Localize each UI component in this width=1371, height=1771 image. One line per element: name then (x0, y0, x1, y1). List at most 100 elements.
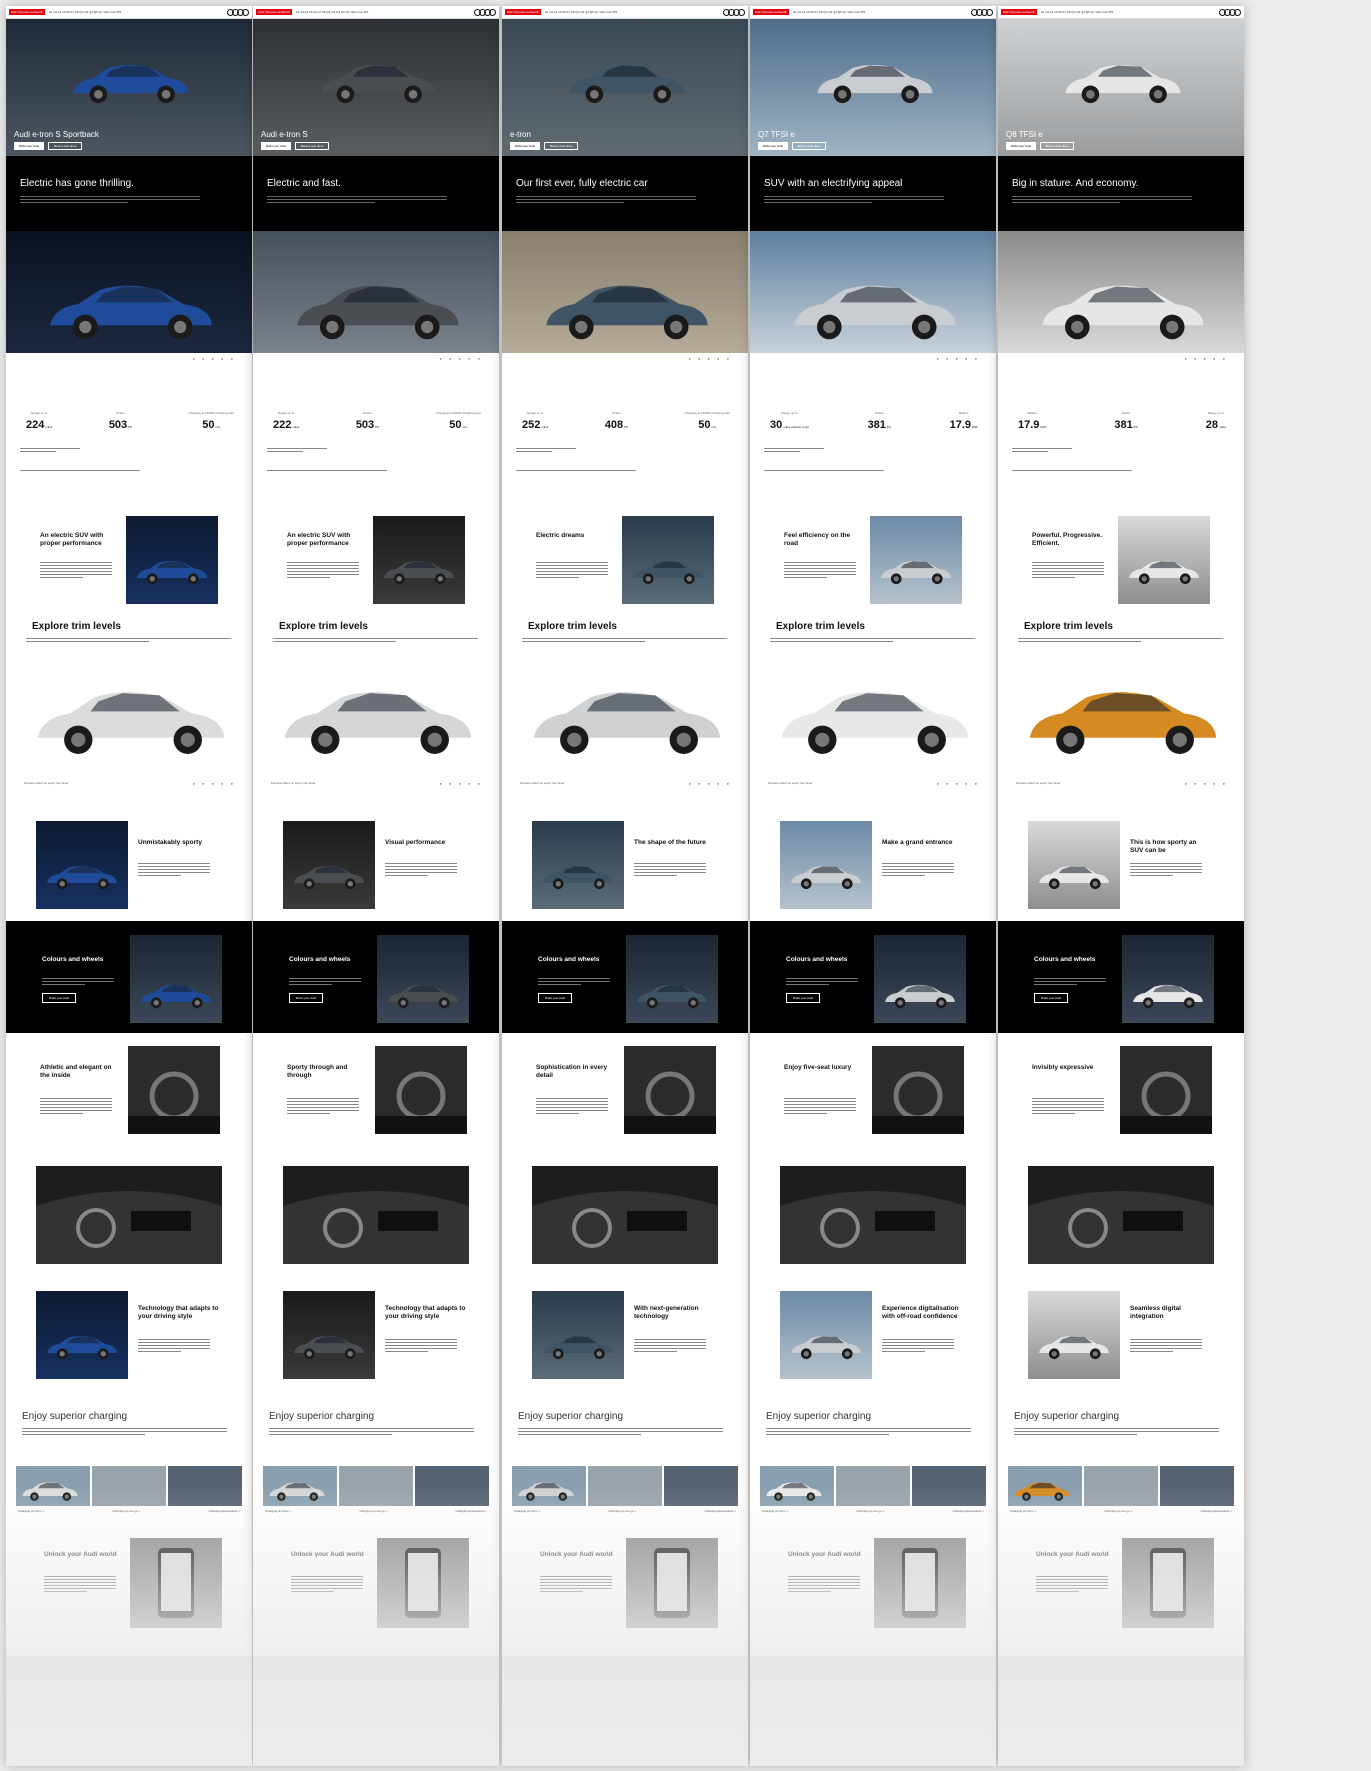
copy-line (536, 1113, 579, 1114)
trim-footnote[interactable]: Finance offers on every trim level (271, 781, 315, 785)
copy-line (1018, 638, 1223, 639)
trim-car[interactable] (764, 671, 986, 771)
feature-block: This is how sporty an SUV can be (998, 821, 1244, 911)
trim-title: Explore trim levels (32, 621, 121, 632)
copy-line (1032, 571, 1104, 572)
spec-unit: PS (375, 425, 380, 429)
spec-unit: min (215, 425, 221, 429)
carousel-dots[interactable]: ● ● ● ● ● (1184, 356, 1228, 361)
build-button[interactable]: Build your Audi (510, 142, 541, 150)
car-illustration (73, 64, 189, 104)
feature-copy (385, 1337, 457, 1354)
colours-button[interactable]: Build your Audi (289, 993, 324, 1003)
copy-line (882, 1339, 954, 1340)
spec-label: Battery (1027, 411, 1037, 415)
nav-badge[interactable]: Audi Chooses Authentic (505, 9, 541, 15)
copy-line (1012, 202, 1120, 203)
test-drive-button[interactable]: Book a test drive (544, 142, 579, 150)
audi-rings-icon[interactable] (474, 8, 496, 16)
test-drive-button[interactable]: Book a test drive (48, 142, 83, 150)
trim-car[interactable] (1012, 671, 1234, 771)
trim-car[interactable] (20, 671, 242, 771)
colours-image (1122, 935, 1214, 1023)
copy-line (766, 1428, 971, 1429)
nav-links[interactable]: A1 A3 A4 A5 A6 A7 A8 Q2 Q3 Q4 Q5 Q7 Q8 e… (545, 10, 721, 14)
colours-button[interactable]: Build your Audi (42, 993, 77, 1003)
build-button[interactable]: Build your Audi (14, 142, 45, 150)
copy-line (522, 638, 727, 639)
car-illustration (817, 64, 933, 104)
test-drive-button[interactable]: Book a test drive (792, 142, 827, 150)
photo-scene (626, 935, 718, 1023)
copy-line (1032, 565, 1104, 566)
trim-carousel-dots[interactable]: ● ● ● ● ● (936, 781, 980, 786)
intro-band: Big in stature. And economy. (998, 156, 1244, 231)
photo-scene (283, 821, 375, 909)
audi-rings-icon[interactable] (971, 8, 993, 16)
audi-rings-icon[interactable] (227, 8, 249, 16)
copy-line (784, 1107, 856, 1108)
audi-rings-icon[interactable] (1219, 8, 1241, 16)
car-illustration (1029, 692, 1217, 754)
test-drive-button[interactable]: Book a test drive (295, 142, 330, 150)
colours-button[interactable]: Build your Audi (1034, 993, 1069, 1003)
spec-row: Battery 17.9kWh Power 381PS Range up to … (1018, 411, 1226, 431)
trim-carousel-dots[interactable]: ● ● ● ● ● (439, 781, 483, 786)
audi-rings-icon[interactable] (723, 8, 745, 16)
charging-title: Enjoy superior charging (766, 1411, 872, 1422)
nav-badge[interactable]: Audi Chooses Authentic (1001, 9, 1037, 15)
build-button[interactable]: Build your Audi (1006, 142, 1037, 150)
carousel-dots[interactable]: ● ● ● ● ● (688, 356, 732, 361)
feature-title: An electric SUV with proper performance (40, 532, 104, 547)
trim-carousel-dots[interactable]: ● ● ● ● ● (1184, 781, 1228, 786)
spec-label: Power (612, 411, 621, 415)
carousel-dots[interactable]: ● ● ● ● ● (192, 356, 236, 361)
test-drive-button[interactable]: Book a test drive (1040, 142, 1075, 150)
build-button[interactable]: Build your Audi (758, 142, 789, 150)
trim-footnote[interactable]: Finance offers on every trim level (24, 781, 68, 785)
trim-carousel-dots[interactable]: ● ● ● ● ● (688, 781, 732, 786)
copy-line (522, 641, 645, 642)
build-button[interactable]: Build your Audi (261, 142, 292, 150)
copy-line (1032, 577, 1075, 578)
trim-car[interactable] (267, 671, 489, 771)
photo-scene (780, 1291, 872, 1379)
nav-links[interactable]: A1 A3 A4 A5 A6 A7 A8 Q2 Q3 Q4 Q5 Q7 Q8 e… (793, 10, 969, 14)
copy-line (766, 1434, 889, 1435)
copy-line (287, 565, 359, 566)
trim-carousel-dots[interactable]: ● ● ● ● ● (192, 781, 236, 786)
copy-line (784, 562, 856, 563)
feature-block: Athletic and elegant on the inside (6, 1046, 252, 1136)
copy-line (385, 1351, 428, 1352)
nav-badge[interactable]: Audi Chooses Authentic (256, 9, 292, 15)
trim-footnote[interactable]: Finance offers on every trim level (1016, 781, 1060, 785)
copy-line (40, 565, 112, 566)
copy-line (40, 1104, 112, 1105)
copy-line (784, 1110, 856, 1111)
feature-block: The shape of the future (502, 821, 748, 911)
copy-line (40, 568, 112, 569)
nav-links[interactable]: A1 A3 A4 A5 A6 A7 A8 Q2 Q3 Q4 Q5 Q7 Q8 e… (1041, 10, 1217, 14)
copy-line (518, 1428, 723, 1429)
trim-footnote[interactable]: Finance offers on every trim level (768, 781, 812, 785)
copy-line (536, 571, 608, 572)
feature-copy (784, 560, 856, 580)
carousel-dots[interactable]: ● ● ● ● ● (439, 356, 483, 361)
nav-links[interactable]: A1 A3 A4 A5 A6 A7 A8 Q2 Q3 Q4 Q5 Q7 Q8 e… (49, 10, 225, 14)
colours-button[interactable]: Build your Audi (786, 993, 821, 1003)
colours-image (130, 935, 222, 1023)
nav-badge[interactable]: Audi Chooses Authentic (753, 9, 789, 15)
nav-badge[interactable]: Audi Chooses Authentic (9, 9, 45, 15)
feature-copy (1130, 1337, 1202, 1354)
intro-headline: Electric and fast. (267, 178, 341, 189)
copy-line (882, 1348, 954, 1349)
copy-line (538, 984, 581, 985)
copy-line (764, 451, 800, 452)
copy-line (1130, 872, 1202, 873)
trim-car[interactable] (516, 671, 738, 771)
nav-links[interactable]: A1 A3 A4 A5 A6 A7 A8 Q2 Q3 Q4 Q5 Q7 Q8 e… (296, 10, 472, 14)
colours-button[interactable]: Build your Audi (538, 993, 573, 1003)
side-photo (750, 231, 996, 353)
trim-footnote[interactable]: Finance offers on every trim level (520, 781, 564, 785)
carousel-dots[interactable]: ● ● ● ● ● (936, 356, 980, 361)
